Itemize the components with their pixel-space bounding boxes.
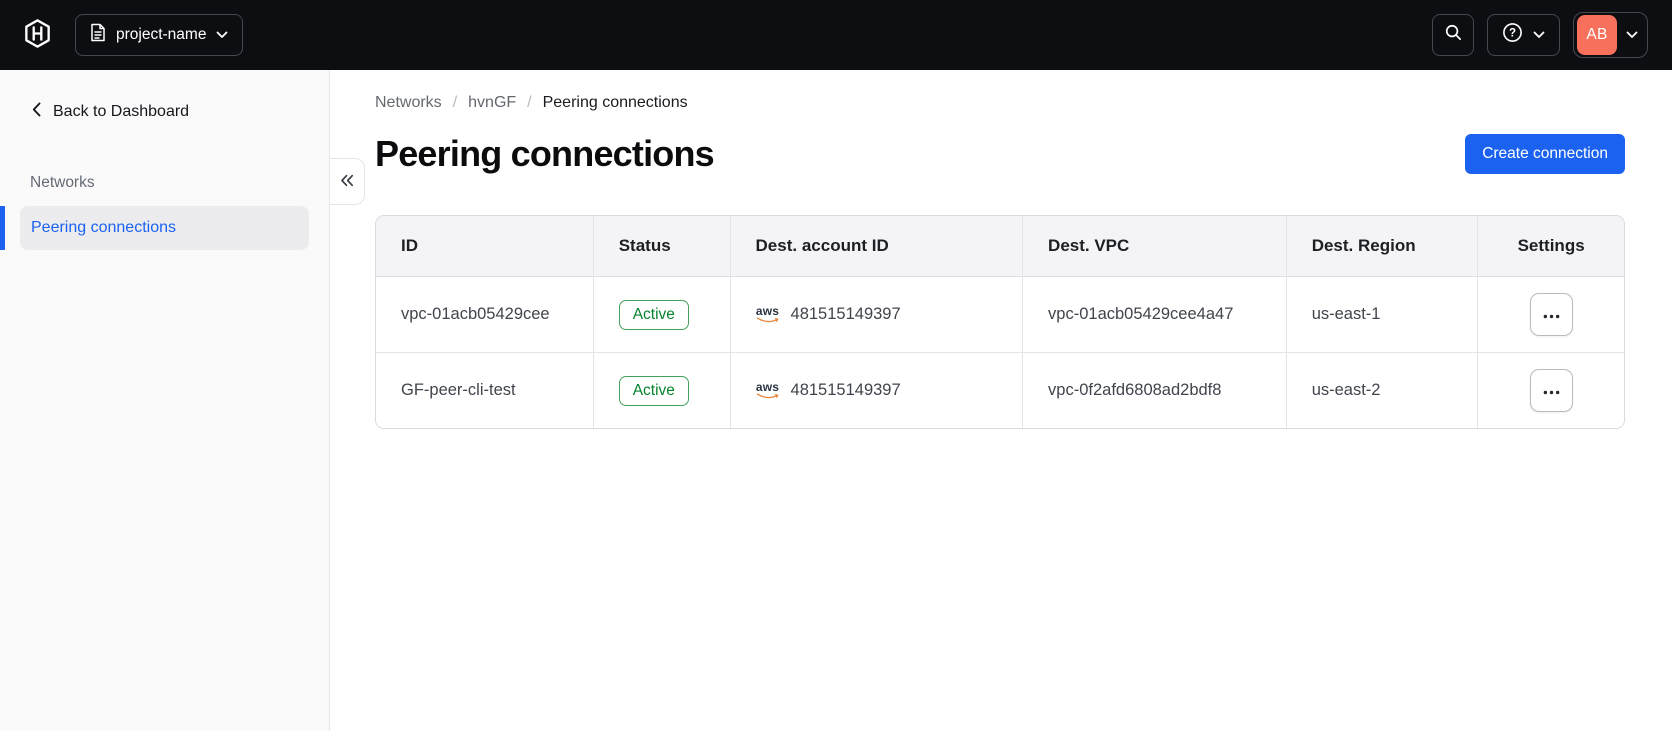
ellipsis-icon xyxy=(1543,383,1560,398)
column-header-id: ID xyxy=(376,216,594,277)
help-icon: ? xyxy=(1502,22,1523,48)
avatar: AB xyxy=(1577,15,1617,55)
aws-icon: aws xyxy=(756,305,780,324)
column-header-account: Dest. account ID xyxy=(730,216,1024,277)
search-button[interactable] xyxy=(1432,14,1474,56)
peering-connections-table: ID Status Dest. account ID Dest. VPC Des… xyxy=(375,215,1625,429)
sidebar-item-peering-connections[interactable]: Peering connections xyxy=(0,206,309,250)
hashicorp-logo-icon xyxy=(24,19,51,51)
cell-account: aws 481515149397 xyxy=(730,277,1024,352)
aws-icon: aws xyxy=(756,381,780,400)
breadcrumb-separator: / xyxy=(527,94,532,111)
row-settings-button[interactable] xyxy=(1529,293,1573,336)
row-settings-button[interactable] xyxy=(1529,369,1573,412)
sidebar-nav: Peering connections xyxy=(0,206,329,250)
search-icon xyxy=(1444,23,1463,47)
page: project-name ? AB Back to Dashboard Netw… xyxy=(0,0,1672,731)
project-selector[interactable]: project-name xyxy=(75,14,244,56)
page-title: Peering connections xyxy=(375,133,715,174)
table-row: vpc-01acb05429cee Active aws 48151514939… xyxy=(376,277,1624,352)
breadcrumb-hvn[interactable]: hvnGF xyxy=(468,94,516,112)
topbar: project-name ? AB xyxy=(0,0,1672,70)
table-header-row: ID Status Dest. account ID Dest. VPC Des… xyxy=(376,216,1624,277)
table-row: GF-peer-cli-test Active aws 481515149397… xyxy=(376,352,1624,428)
breadcrumb: Networks / hvnGF / Peering connections xyxy=(375,94,1625,112)
account-id: 481515149397 xyxy=(790,381,901,399)
cell-id: GF-peer-cli-test xyxy=(376,352,594,428)
chevron-left-icon xyxy=(32,102,41,122)
cell-settings xyxy=(1478,352,1624,428)
cell-account: aws 481515149397 xyxy=(730,352,1024,428)
document-icon xyxy=(90,23,106,47)
svg-text:?: ? xyxy=(1509,28,1516,40)
back-to-dashboard-label: Back to Dashboard xyxy=(53,103,190,120)
cell-region: us-east-2 xyxy=(1286,352,1479,428)
title-row: Peering connections Create connection xyxy=(375,133,1625,175)
column-header-status: Status xyxy=(593,216,731,277)
column-header-settings: Settings xyxy=(1478,216,1624,277)
status-badge: Active xyxy=(618,375,689,406)
double-chevron-left-icon xyxy=(340,174,354,190)
sidebar-collapse-button[interactable] xyxy=(330,158,365,205)
account-id: 481515149397 xyxy=(790,305,901,323)
help-menu-button[interactable]: ? xyxy=(1487,14,1560,56)
cell-vpc: vpc-01acb05429cee4a47 xyxy=(1023,277,1287,352)
account-menu-button[interactable]: AB xyxy=(1573,12,1648,58)
sidebar-section-networks: Networks xyxy=(30,174,95,191)
hashicorp-logo[interactable] xyxy=(24,19,51,51)
column-header-region: Dest. Region xyxy=(1286,216,1479,277)
cell-id: vpc-01acb05429cee xyxy=(376,277,594,352)
ellipsis-icon xyxy=(1543,307,1560,322)
sidebar-item-label: Peering connections xyxy=(31,219,176,236)
cell-status: Active xyxy=(593,352,731,428)
breadcrumb-current: Peering connections xyxy=(542,94,688,111)
breadcrumb-separator: / xyxy=(452,94,458,111)
chevron-down-icon xyxy=(1533,26,1545,44)
breadcrumb-networks[interactable]: Networks xyxy=(375,94,442,112)
topbar-actions: ? AB xyxy=(1432,12,1648,58)
cell-region: us-east-1 xyxy=(1286,277,1479,352)
chevron-down-icon xyxy=(1626,26,1638,44)
column-header-vpc: Dest. VPC xyxy=(1023,216,1287,277)
body: Back to Dashboard Networks Peering conne… xyxy=(0,70,1672,731)
main-content: Networks / hvnGF / Peering connections P… xyxy=(330,70,1672,731)
cell-vpc: vpc-0f2afd6808ad2bdf8 xyxy=(1023,352,1287,428)
chevron-down-icon xyxy=(216,26,228,44)
create-connection-button[interactable]: Create connection xyxy=(1465,134,1625,174)
status-badge: Active xyxy=(618,299,689,330)
back-to-dashboard-link[interactable]: Back to Dashboard xyxy=(32,92,329,132)
sidebar: Back to Dashboard Networks Peering conne… xyxy=(0,70,330,731)
project-selector-label: project-name xyxy=(116,26,207,43)
cell-settings xyxy=(1478,277,1624,352)
active-indicator xyxy=(0,206,5,250)
cell-status: Active xyxy=(593,277,731,352)
